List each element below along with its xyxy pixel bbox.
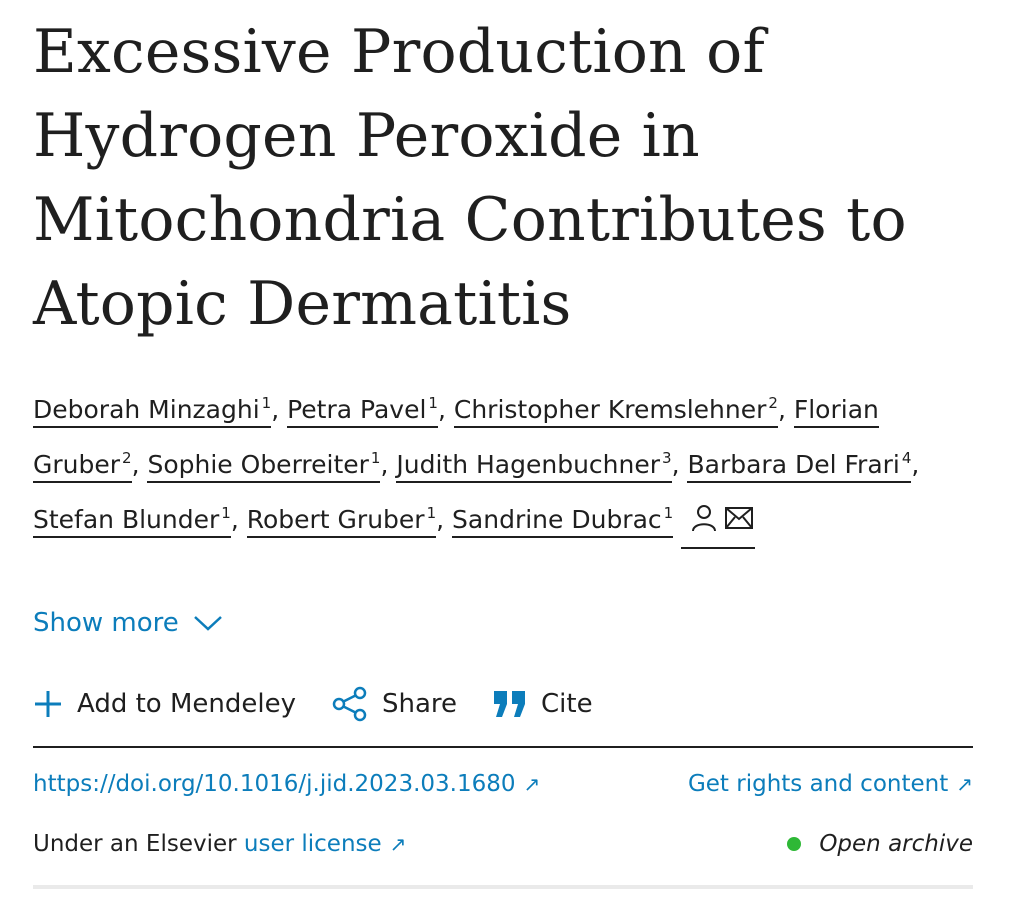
status-dot-icon (787, 837, 802, 851)
plus-icon (35, 691, 61, 717)
author-link[interactable]: Christopher Kremslehner 2 (453, 394, 778, 428)
license-statement: Under an Elsevier user license ↗ (33, 831, 406, 857)
author-link[interactable]: Sandrine Dubrac 1 (452, 504, 674, 538)
cite-label: Cite (541, 689, 593, 719)
add-to-mendeley-button[interactable]: Add to Mendeley (33, 689, 296, 719)
external-link-icon: ↗ (389, 832, 407, 856)
author-link[interactable]: Deborah Minzaghi 1 (33, 394, 272, 428)
share-icon (332, 686, 367, 722)
mendeley-label: Add to Mendeley (77, 689, 296, 719)
rights-link[interactable]: Get rights and content ↗ (688, 771, 973, 797)
author-link[interactable]: Stefan Blunder 1 (33, 504, 231, 538)
license-prefix: Under an Elsevier (33, 831, 237, 857)
divider (33, 885, 973, 889)
envelope-icon (725, 507, 754, 529)
author-link[interactable]: Robert Gruber 1 (246, 504, 437, 538)
external-link-icon: ↗ (956, 772, 973, 796)
quote-icon (494, 691, 526, 717)
person-icon (692, 505, 717, 532)
cite-button[interactable]: Cite (493, 689, 593, 719)
open-archive-badge: Open archive (787, 831, 973, 857)
share-label: Share (381, 689, 458, 719)
author-link[interactable]: Judith Hagenbuchner 3 (396, 449, 672, 483)
user-license-link[interactable]: user license ↗ (244, 831, 407, 857)
author-link[interactable]: Sophie Oberreiter 1 (147, 449, 381, 483)
breadcrumb-remnant (33, 0, 253, 2)
external-link-icon: ↗ (523, 772, 541, 796)
author-link[interactable]: Petra Pavel 1 (287, 394, 438, 428)
share-button[interactable]: Share (332, 686, 457, 722)
divider (33, 746, 973, 748)
show-more-label: Show more (33, 608, 179, 638)
article-actions: Add to Mendeley Share Cite (33, 686, 629, 722)
author-link[interactable]: Barbara Del Frari 4 (687, 449, 912, 483)
corresponding-author-icons[interactable] (681, 493, 756, 549)
chevron-down-icon (193, 616, 222, 631)
author-list: Deborah Minzaghi 1, Petra Pavel 1, Christo… (33, 379, 973, 549)
open-archive-label: Open archive (819, 831, 973, 857)
show-more-button[interactable]: Show more (33, 608, 223, 638)
article-title: Excessive Production of Hydrogen Peroxid… (33, 17, 907, 339)
doi-link[interactable]: https://doi.org/10.1016/j.jid.2023.03.16… (33, 771, 540, 797)
